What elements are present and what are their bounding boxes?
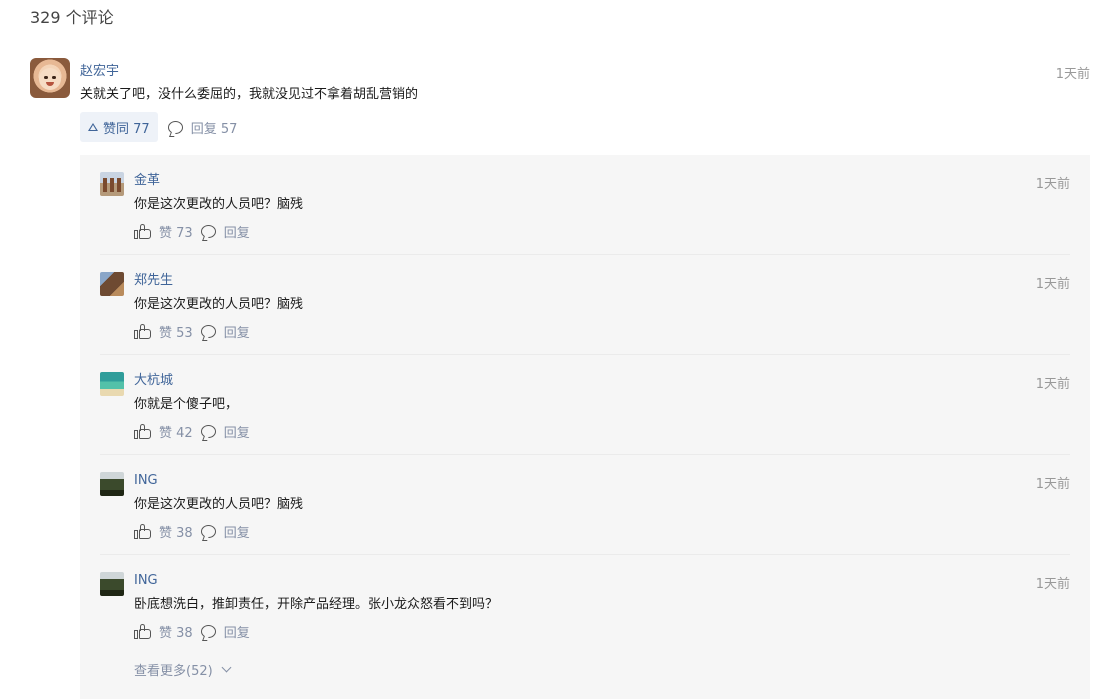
reply-text: 你是这次更改的人员吧？脑残 [134,497,304,512]
reply-author[interactable]: 大杭城 [134,372,173,390]
thumbs-up-icon[interactable] [134,423,152,440]
avatar[interactable] [100,472,124,496]
reply-text: 卧底想洗白，推卸责任，开除产品经理。张小龙众怒看不到吗？ [134,597,499,612]
reply-item: 大杭城 1天前 你就是个傻子吧， 赞 42 回复 [100,355,1070,455]
reply-button[interactable]: 回复 [224,422,250,441]
thumbs-up-icon[interactable] [134,623,152,640]
reply-item: 郑先生 1天前 你是这次更改的人员吧？脑残 赞 53 回复 [100,255,1070,355]
reply-author[interactable]: ING [134,572,158,590]
reply-button[interactable]: 回复 [224,222,250,241]
reply-label: 回复 57 [190,121,238,137]
reply-item: ING 1天前 卧底想洗白，推卸责任，开除产品经理。张小龙众怒看不到吗？ 赞 3… [100,555,1070,655]
reply-item: ING 1天前 你是这次更改的人员吧？脑残 赞 38 回复 [100,455,1070,555]
reply-button[interactable]: 回复 [224,322,250,341]
like-button[interactable]: 赞 53 [159,322,193,341]
like-button[interactable]: 赞 38 [159,522,193,541]
like-button[interactable]: 赞 38 [159,622,193,641]
reply-author[interactable]: ING [134,472,158,490]
avatar[interactable] [100,372,124,396]
reply-text: 你就是个傻子吧， [134,397,239,412]
reply-time: 1天前 [1035,377,1070,392]
avatar[interactable] [100,172,124,196]
reply-author[interactable]: 金革 [134,172,160,190]
triangle-up-icon [88,123,98,131]
like-button[interactable]: 赞 73 [159,222,193,241]
comment-bubble-icon[interactable] [200,325,216,338]
vote-up-label: 赞同 77 [103,121,150,137]
comment-bubble-icon[interactable] [200,625,216,638]
reply-time: 1天前 [1035,277,1070,292]
avatar[interactable] [100,572,124,596]
reply-time: 1天前 [1035,577,1070,592]
reply-time: 1天前 [1035,177,1070,192]
vote-up-button[interactable]: 赞同 77 [80,112,158,142]
thumbs-up-icon[interactable] [134,523,152,540]
reply-text: 你是这次更改的人员吧？脑残 [134,197,304,212]
comment-bubble-icon[interactable] [200,425,216,438]
avatar[interactable] [100,272,124,296]
reply-button[interactable]: 回复 [224,522,250,541]
comment-author[interactable]: 赵宏宇 [80,63,119,81]
reply-button[interactable]: 回复 57 [167,118,238,137]
reply-time: 1天前 [1035,477,1070,492]
comment-count: 329 个评论 [30,8,114,27]
reply-item: 金革 1天前 你是这次更改的人员吧？脑残 赞 73 回复 [100,155,1070,255]
thumbs-up-icon[interactable] [134,323,152,340]
comment-bubble-icon[interactable] [200,225,216,238]
chevron-down-icon [221,662,232,673]
comment-bubble-icon [167,120,183,134]
reply-list: 金革 1天前 你是这次更改的人员吧？脑残 赞 73 回复 郑先生 1天前 你是这… [80,155,1090,699]
comment-text: 关就关了吧，没什么委屈的，我就没见过不拿着胡乱营销的 [80,87,419,102]
view-more-label: 查看更多(52) [134,664,213,679]
comment-bubble-icon[interactable] [200,525,216,538]
thumbs-up-icon[interactable] [134,223,152,240]
avatar[interactable] [30,58,70,98]
reply-button[interactable]: 回复 [224,622,250,641]
view-more-button[interactable]: 查看更多(52) [134,660,232,679]
reply-text: 你是这次更改的人员吧？脑残 [134,297,304,312]
reply-author[interactable]: 郑先生 [134,272,173,290]
like-button[interactable]: 赞 42 [159,422,193,441]
comment-time: 1天前 [1055,67,1090,82]
